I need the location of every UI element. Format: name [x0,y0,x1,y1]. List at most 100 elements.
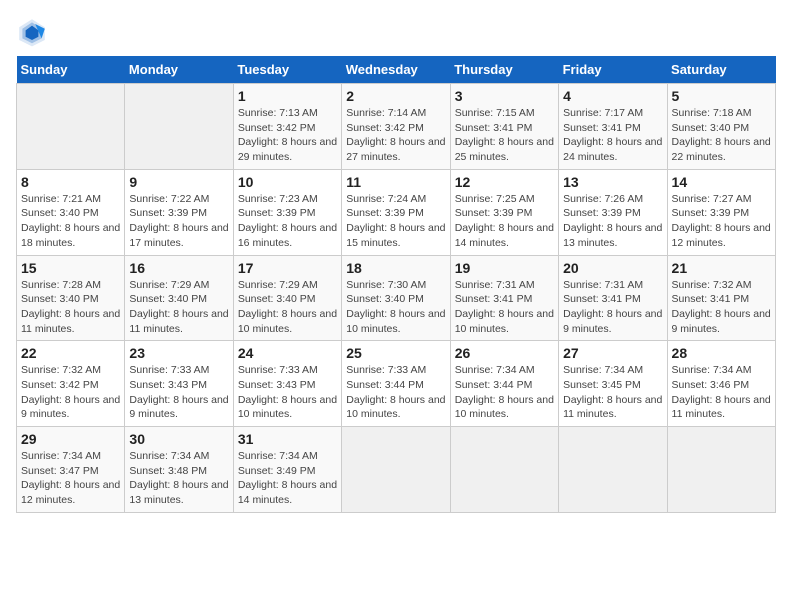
day-number: 9 [129,174,228,190]
day-cell-8: 8 Sunrise: 7:21 AMSunset: 3:40 PMDaylight… [17,169,125,255]
day-detail: Sunrise: 7:34 AMSunset: 3:49 PMDaylight:… [238,450,337,506]
day-cell-16: 16 Sunrise: 7:29 AMSunset: 3:40 PMDayligh… [125,255,233,341]
weekday-header-saturday: Saturday [667,56,775,84]
day-detail: Sunrise: 7:21 AMSunset: 3:40 PMDaylight:… [21,193,120,249]
weekday-row: SundayMondayTuesdayWednesdayThursdayFrid… [17,56,776,84]
day-number: 8 [21,174,120,190]
day-cell-29: 29Sunrise: 7:34 AMSunset: 3:47 PMDayligh… [17,427,125,513]
day-detail: Sunrise: 7:24 AMSunset: 3:39 PMDaylight:… [346,193,445,249]
day-detail: Sunrise: 7:29 AMSunset: 3:40 PMDaylight:… [238,279,337,335]
day-detail: Sunrise: 7:14 AMSunset: 3:42 PMDaylight:… [346,107,445,163]
day-number: 10 [238,174,337,190]
day-cell-12: 12 Sunrise: 7:25 AMSunset: 3:39 PMDayligh… [450,169,558,255]
weekday-header-sunday: Sunday [17,56,125,84]
day-number: 21 [672,260,771,276]
day-detail: Sunrise: 7:34 AMSunset: 3:45 PMDaylight:… [563,364,662,420]
day-cell-9: 9 Sunrise: 7:22 AMSunset: 3:39 PMDaylight… [125,169,233,255]
day-number: 5 [672,88,771,104]
day-number: 13 [563,174,662,190]
day-number: 18 [346,260,445,276]
day-detail: Sunrise: 7:26 AMSunset: 3:39 PMDaylight:… [563,193,662,249]
day-cell-11: 11 Sunrise: 7:24 AMSunset: 3:39 PMDayligh… [342,169,450,255]
day-number: 27 [563,345,662,361]
day-cell-21: 21 Sunrise: 7:32 AMSunset: 3:41 PMDayligh… [667,255,775,341]
day-cell-2: 2Sunrise: 7:14 AMSunset: 3:42 PMDaylight… [342,84,450,170]
weekday-header-friday: Friday [559,56,667,84]
day-number: 17 [238,260,337,276]
day-number: 30 [129,431,228,447]
day-detail: Sunrise: 7:31 AMSunset: 3:41 PMDaylight:… [455,279,554,335]
day-number: 1 [238,88,337,104]
weekday-header-wednesday: Wednesday [342,56,450,84]
logo-icon [16,16,48,48]
day-cell-28: 28 Sunrise: 7:34 AMSunset: 3:46 PMDayligh… [667,341,775,427]
day-detail: Sunrise: 7:34 AMSunset: 3:46 PMDaylight:… [672,364,771,420]
day-number: 25 [346,345,445,361]
empty-cell [342,427,450,513]
day-cell-17: 17 Sunrise: 7:29 AMSunset: 3:40 PMDayligh… [233,255,341,341]
day-cell-30: 30 Sunrise: 7:34 AMSunset: 3:48 PMDayligh… [125,427,233,513]
calendar-week-4: 29Sunrise: 7:34 AMSunset: 3:47 PMDayligh… [17,427,776,513]
empty-cell [667,427,775,513]
day-detail: Sunrise: 7:13 AMSunset: 3:42 PMDaylight:… [238,107,337,163]
day-cell-20: 20Sunrise: 7:31 AMSunset: 3:41 PMDayligh… [559,255,667,341]
day-detail: Sunrise: 7:23 AMSunset: 3:39 PMDaylight:… [238,193,337,249]
day-cell-22: 22Sunrise: 7:32 AMSunset: 3:42 PMDayligh… [17,341,125,427]
day-number: 19 [455,260,554,276]
day-number: 24 [238,345,337,361]
day-detail: Sunrise: 7:34 AMSunset: 3:47 PMDaylight:… [21,450,120,506]
day-number: 11 [346,174,445,190]
weekday-header-tuesday: Tuesday [233,56,341,84]
weekday-header-monday: Monday [125,56,233,84]
empty-cell [17,84,125,170]
day-detail: Sunrise: 7:33 AMSunset: 3:44 PMDaylight:… [346,364,445,420]
page-header [16,16,776,48]
calendar-body: 1 Sunrise: 7:13 AMSunset: 3:42 PMDaylight… [17,84,776,513]
day-cell-31: 31 Sunrise: 7:34 AMSunset: 3:49 PMDayligh… [233,427,341,513]
day-number: 3 [455,88,554,104]
weekday-header-thursday: Thursday [450,56,558,84]
day-detail: Sunrise: 7:29 AMSunset: 3:40 PMDaylight:… [129,279,228,335]
day-detail: Sunrise: 7:34 AMSunset: 3:44 PMDaylight:… [455,364,554,420]
day-cell-25: 25 Sunrise: 7:33 AMSunset: 3:44 PMDayligh… [342,341,450,427]
day-detail: Sunrise: 7:34 AMSunset: 3:48 PMDaylight:… [129,450,228,506]
day-detail: Sunrise: 7:25 AMSunset: 3:39 PMDaylight:… [455,193,554,249]
day-number: 31 [238,431,337,447]
day-cell-24: 24Sunrise: 7:33 AMSunset: 3:43 PMDayligh… [233,341,341,427]
day-number: 14 [672,174,771,190]
day-cell-4: 4 Sunrise: 7:17 AMSunset: 3:41 PMDaylight… [559,84,667,170]
day-number: 4 [563,88,662,104]
calendar-week-3: 22Sunrise: 7:32 AMSunset: 3:42 PMDayligh… [17,341,776,427]
day-detail: Sunrise: 7:15 AMSunset: 3:41 PMDaylight:… [455,107,554,163]
day-detail: Sunrise: 7:32 AMSunset: 3:41 PMDaylight:… [672,279,771,335]
day-detail: Sunrise: 7:32 AMSunset: 3:42 PMDaylight:… [21,364,120,420]
day-detail: Sunrise: 7:33 AMSunset: 3:43 PMDaylight:… [129,364,228,420]
day-number: 12 [455,174,554,190]
day-number: 28 [672,345,771,361]
day-detail: Sunrise: 7:27 AMSunset: 3:39 PMDaylight:… [672,193,771,249]
logo [16,16,52,48]
day-detail: Sunrise: 7:17 AMSunset: 3:41 PMDaylight:… [563,107,662,163]
day-number: 23 [129,345,228,361]
day-detail: Sunrise: 7:22 AMSunset: 3:39 PMDaylight:… [129,193,228,249]
day-cell-10: 10 Sunrise: 7:23 AMSunset: 3:39 PMDayligh… [233,169,341,255]
empty-cell [450,427,558,513]
calendar-week-2: 15Sunrise: 7:28 AMSunset: 3:40 PMDayligh… [17,255,776,341]
day-cell-19: 19 Sunrise: 7:31 AMSunset: 3:41 PMDayligh… [450,255,558,341]
day-cell-27: 27 Sunrise: 7:34 AMSunset: 3:45 PMDayligh… [559,341,667,427]
day-cell-5: 5 Sunrise: 7:18 AMSunset: 3:40 PMDaylight… [667,84,775,170]
day-detail: Sunrise: 7:28 AMSunset: 3:40 PMDaylight:… [21,279,120,335]
day-detail: Sunrise: 7:30 AMSunset: 3:40 PMDaylight:… [346,279,445,335]
day-number: 26 [455,345,554,361]
day-detail: Sunrise: 7:18 AMSunset: 3:40 PMDaylight:… [672,107,771,163]
empty-cell [125,84,233,170]
day-number: 16 [129,260,228,276]
day-cell-18: 18 Sunrise: 7:30 AMSunset: 3:40 PMDayligh… [342,255,450,341]
day-cell-13: 13 Sunrise: 7:26 AMSunset: 3:39 PMDayligh… [559,169,667,255]
day-cell-1: 1 Sunrise: 7:13 AMSunset: 3:42 PMDaylight… [233,84,341,170]
day-cell-15: 15Sunrise: 7:28 AMSunset: 3:40 PMDayligh… [17,255,125,341]
day-cell-3: 3 Sunrise: 7:15 AMSunset: 3:41 PMDaylight… [450,84,558,170]
day-number: 20 [563,260,662,276]
calendar-week-1: 8 Sunrise: 7:21 AMSunset: 3:40 PMDaylight… [17,169,776,255]
calendar-week-0: 1 Sunrise: 7:13 AMSunset: 3:42 PMDaylight… [17,84,776,170]
